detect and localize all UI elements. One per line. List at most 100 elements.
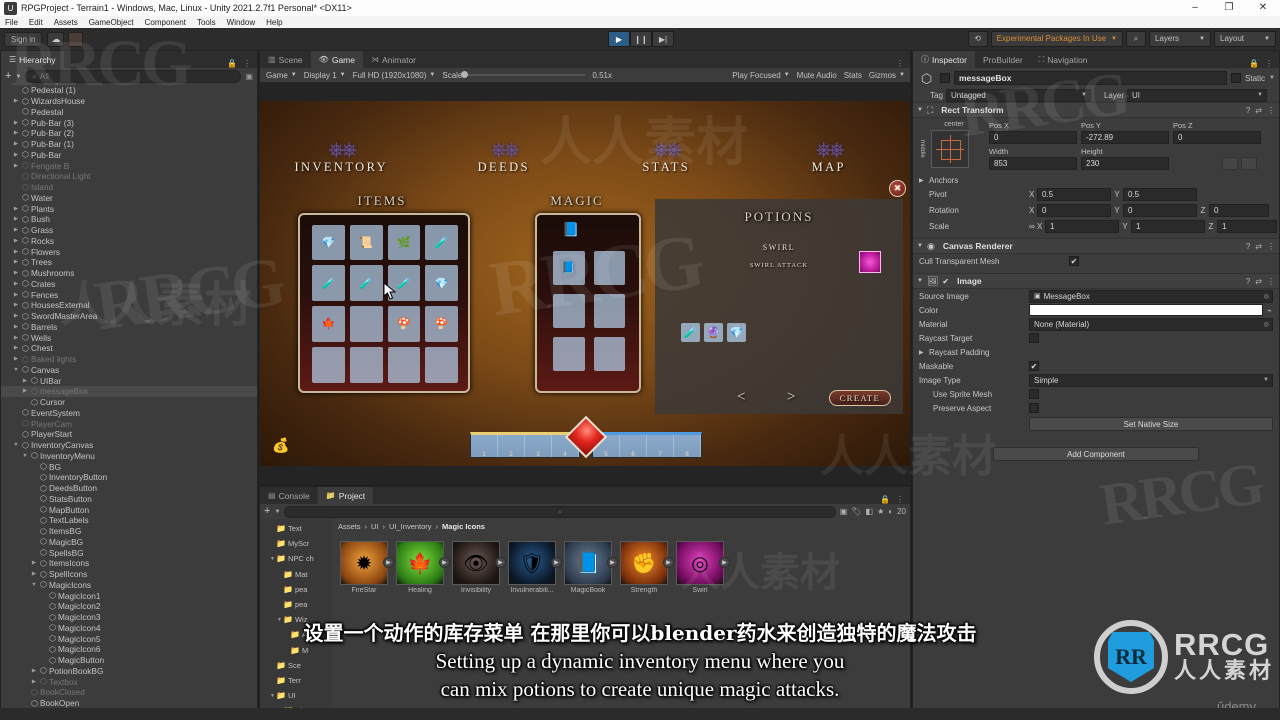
pivot-y-input[interactable]: 0.5 (1123, 187, 1197, 201)
hotbar-left-slots[interactable]: 1 2 3 4 (470, 431, 580, 458)
preserve-aspect-checkbox[interactable] (1029, 403, 1039, 413)
tag-dropdown[interactable]: Untagged ▼ (946, 88, 1091, 102)
item-slot[interactable]: 🍄 (425, 306, 458, 342)
item-slot[interactable] (387, 346, 421, 383)
next-potion-button[interactable]: > (787, 389, 795, 406)
experimental-packages-badge[interactable]: Experimental Packages In Use ▼ (990, 31, 1123, 47)
asset-thumbnail[interactable]: ✊ ▶ (620, 541, 674, 585)
hierarchy-item-messagebox[interactable]: ▶ ⬡ messageBox (1, 386, 257, 397)
hierarchy-item-pub-bar-1-[interactable]: ▶ ⬡ Pub-Bar (1) (1, 139, 257, 150)
cull-transparent-mesh-checkbox[interactable]: ✔ (1069, 256, 1079, 266)
hierarchy-item-directional-light[interactable]: ⬡ Directional Light (1, 171, 257, 182)
magic-book-icon[interactable]: 📘 (562, 221, 579, 238)
item-slot[interactable] (312, 346, 345, 383)
project-search-input[interactable]: ⌕ (284, 505, 836, 518)
hierarchy-item-barrels[interactable]: ▶ ⬡ Barrels (1, 322, 257, 333)
project-folder-item[interactable]: 📁 pea (260, 597, 332, 612)
project-folder-item[interactable]: 📁 MyScr (260, 536, 332, 551)
ingredient-slot[interactable]: 🔮 (704, 322, 723, 342)
preset-icon[interactable]: ⇄ (1255, 277, 1262, 286)
ingredient-slot[interactable]: 🧪 (681, 322, 700, 342)
chevron-right-icon[interactable]: ▶ (12, 227, 20, 233)
help-icon[interactable]: ? (1246, 106, 1250, 115)
hierarchy-item-pedestal[interactable]: ⬡ Pedestal (1, 107, 257, 118)
hotbar-slot[interactable]: 3 (525, 434, 552, 458)
nav-tab-stats[interactable]: ⎈⎈ STATS (585, 140, 748, 175)
chevron-right-icon[interactable]: ▶ (12, 120, 20, 126)
breadcrumb[interactable]: Assets › UI › UI_Inventory › Magic Icons (332, 519, 910, 533)
hierarchy-item-fengate-b[interactable]: ▶ ⬡ Fengate B (1, 160, 257, 171)
rot-y-input[interactable]: 0 (1123, 203, 1197, 217)
chevron-down-icon[interactable]: ▼ (12, 442, 20, 448)
set-native-size-button[interactable]: Set Native Size (1029, 417, 1273, 431)
breadcrumb-item[interactable]: UI (371, 522, 379, 531)
chevron-down-icon[interactable]: ▼ (15, 74, 21, 80)
hierarchy-tree[interactable]: ⬡ Pedestal (1) ▶ ⬡ WizardsHouse ⬡ Pedestal ▶ ⬡ Pu… (1, 85, 257, 709)
asset-item[interactable]: 👁 ▶ Invisibility (452, 541, 506, 594)
chevron-down-icon[interactable]: ▼ (917, 243, 923, 249)
display-dropdown[interactable]: Display 1 ▼ (302, 71, 351, 80)
asset-item[interactable]: 📘 ▶ MagicBook (564, 541, 618, 594)
scene-game-tabstrip[interactable]: ▥ Scene 👁 Game ⋊ Animator ⋮ (260, 51, 910, 68)
kebab-menu-icon[interactable]: ⋮ (1265, 59, 1273, 68)
magic-slot[interactable] (593, 293, 625, 328)
breadcrumb-item[interactable]: UI_Inventory (389, 522, 432, 531)
hierarchy-item-itemsicons[interactable]: ▶ ⬡ ItemsIcons (1, 558, 257, 569)
hierarchy-item-pub-bar-3-[interactable]: ▶ ⬡ Pub-Bar (3) (1, 117, 257, 128)
tab-probuilder[interactable]: ProBuilder (974, 51, 1031, 68)
chevron-down-icon[interactable]: ▼ (21, 453, 29, 459)
pause-button[interactable]: ❙❙ (630, 31, 652, 47)
hierarchy-item-pub-bar-2-[interactable]: ▶ ⬡ Pub-Bar (2) (1, 128, 257, 139)
project-folder-item[interactable]: 📁 pea (260, 582, 332, 597)
eyedropper-icon[interactable]: ⌁ (1267, 306, 1279, 315)
scale-y-input[interactable]: 1 (1131, 219, 1205, 233)
anchor-preset-button[interactable] (931, 130, 969, 168)
layout-dropdown[interactable]: Layout ▼ (1214, 31, 1276, 47)
stats-toggle[interactable]: Stats (842, 71, 867, 80)
potion-ingredients[interactable]: 🧪 🔮 💎 (681, 322, 746, 342)
hierarchy-item-plants[interactable]: ▶ ⬡ Plants (1, 203, 257, 214)
hotbar-right-slots[interactable]: 5 6 7 8 (592, 431, 702, 458)
hierarchy-item-fences[interactable]: ▶ ⬡ Fences (1, 289, 257, 300)
save-search-icon[interactable]: ◧ (866, 507, 874, 516)
chevron-down-icon[interactable]: ▼ (12, 367, 20, 373)
menu-file[interactable]: File (5, 18, 18, 27)
expand-asset-icon[interactable]: ▶ (439, 557, 450, 568)
scale-slider[interactable]: Scale 0.51x (440, 71, 617, 80)
window-controls[interactable]: – ❐ ✕ (1178, 0, 1280, 16)
component-header-icons[interactable]: ? ⇄ ⋮ (1246, 242, 1275, 251)
inspector-tabstrip[interactable]: ⓘ Inspector ProBuilder ⛶ Navigation 🔒 ⋮ (913, 51, 1279, 68)
tab-console[interactable]: ▤ Console (260, 487, 318, 504)
menu-tools[interactable]: Tools (197, 18, 216, 27)
close-button[interactable]: ✕ (1246, 0, 1280, 16)
menu-edit[interactable]: Edit (29, 18, 43, 27)
chevron-down-icon[interactable]: ▼ (917, 107, 923, 113)
chevron-down-icon[interactable]: ▼ (917, 278, 923, 284)
scale-z-input[interactable]: 1 (1217, 219, 1277, 233)
chevron-down-icon[interactable]: ▼ (30, 582, 38, 588)
menu-gameobject[interactable]: GameObject (89, 18, 134, 27)
hierarchy-search-input[interactable]: ⌕ All (25, 70, 242, 83)
chevron-right-icon[interactable]: ▶ (12, 292, 20, 298)
magic-grid[interactable]: 📘 (553, 250, 625, 371)
kebab-menu-icon[interactable]: ⋮ (896, 495, 904, 504)
scale-slider-knob[interactable] (461, 71, 469, 78)
project-tab-icons[interactable]: 🔒 ⋮ (880, 495, 910, 504)
rect-transform-header[interactable]: ▼ ⛶ Rect Transform ? ⇄ ⋮ (913, 102, 1279, 118)
create-potion-button[interactable]: CREATE (829, 389, 891, 406)
object-name-field[interactable]: messageBox (954, 71, 1228, 85)
nav-tab-inventory[interactable]: ⎈⎈ INVENTORY (260, 140, 423, 175)
item-slot[interactable]: 💎 (312, 224, 345, 261)
hierarchy-tabstrip[interactable]: ☰ Hierarchy 🔒 ⋮ (1, 51, 257, 68)
chevron-right-icon[interactable]: ▶ (12, 313, 20, 319)
lock-icon[interactable]: 🔒 (880, 495, 890, 504)
expand-asset-icon[interactable]: ▶ (383, 557, 394, 568)
mute-audio-toggle[interactable]: Mute Audio (795, 71, 842, 80)
tab-animator[interactable]: ⋊ Animator (362, 51, 424, 68)
rot-x-input[interactable]: 0 (1037, 203, 1111, 217)
add-component-button[interactable]: Add Component (993, 447, 1199, 461)
items-grid[interactable]: 💎 📜 🌿 🧪 🧪 🧪 🧪 💎 🍁 🍄 🍄 (312, 224, 458, 383)
hierarchy-item-deedsbutton[interactable]: ⬡ DeedsButton (1, 483, 257, 494)
hierarchy-item-textlabels[interactable]: ⬡ TextLabels (1, 515, 257, 526)
menu-bar[interactable]: File Edit Assets GameObject Component To… (0, 16, 1280, 28)
